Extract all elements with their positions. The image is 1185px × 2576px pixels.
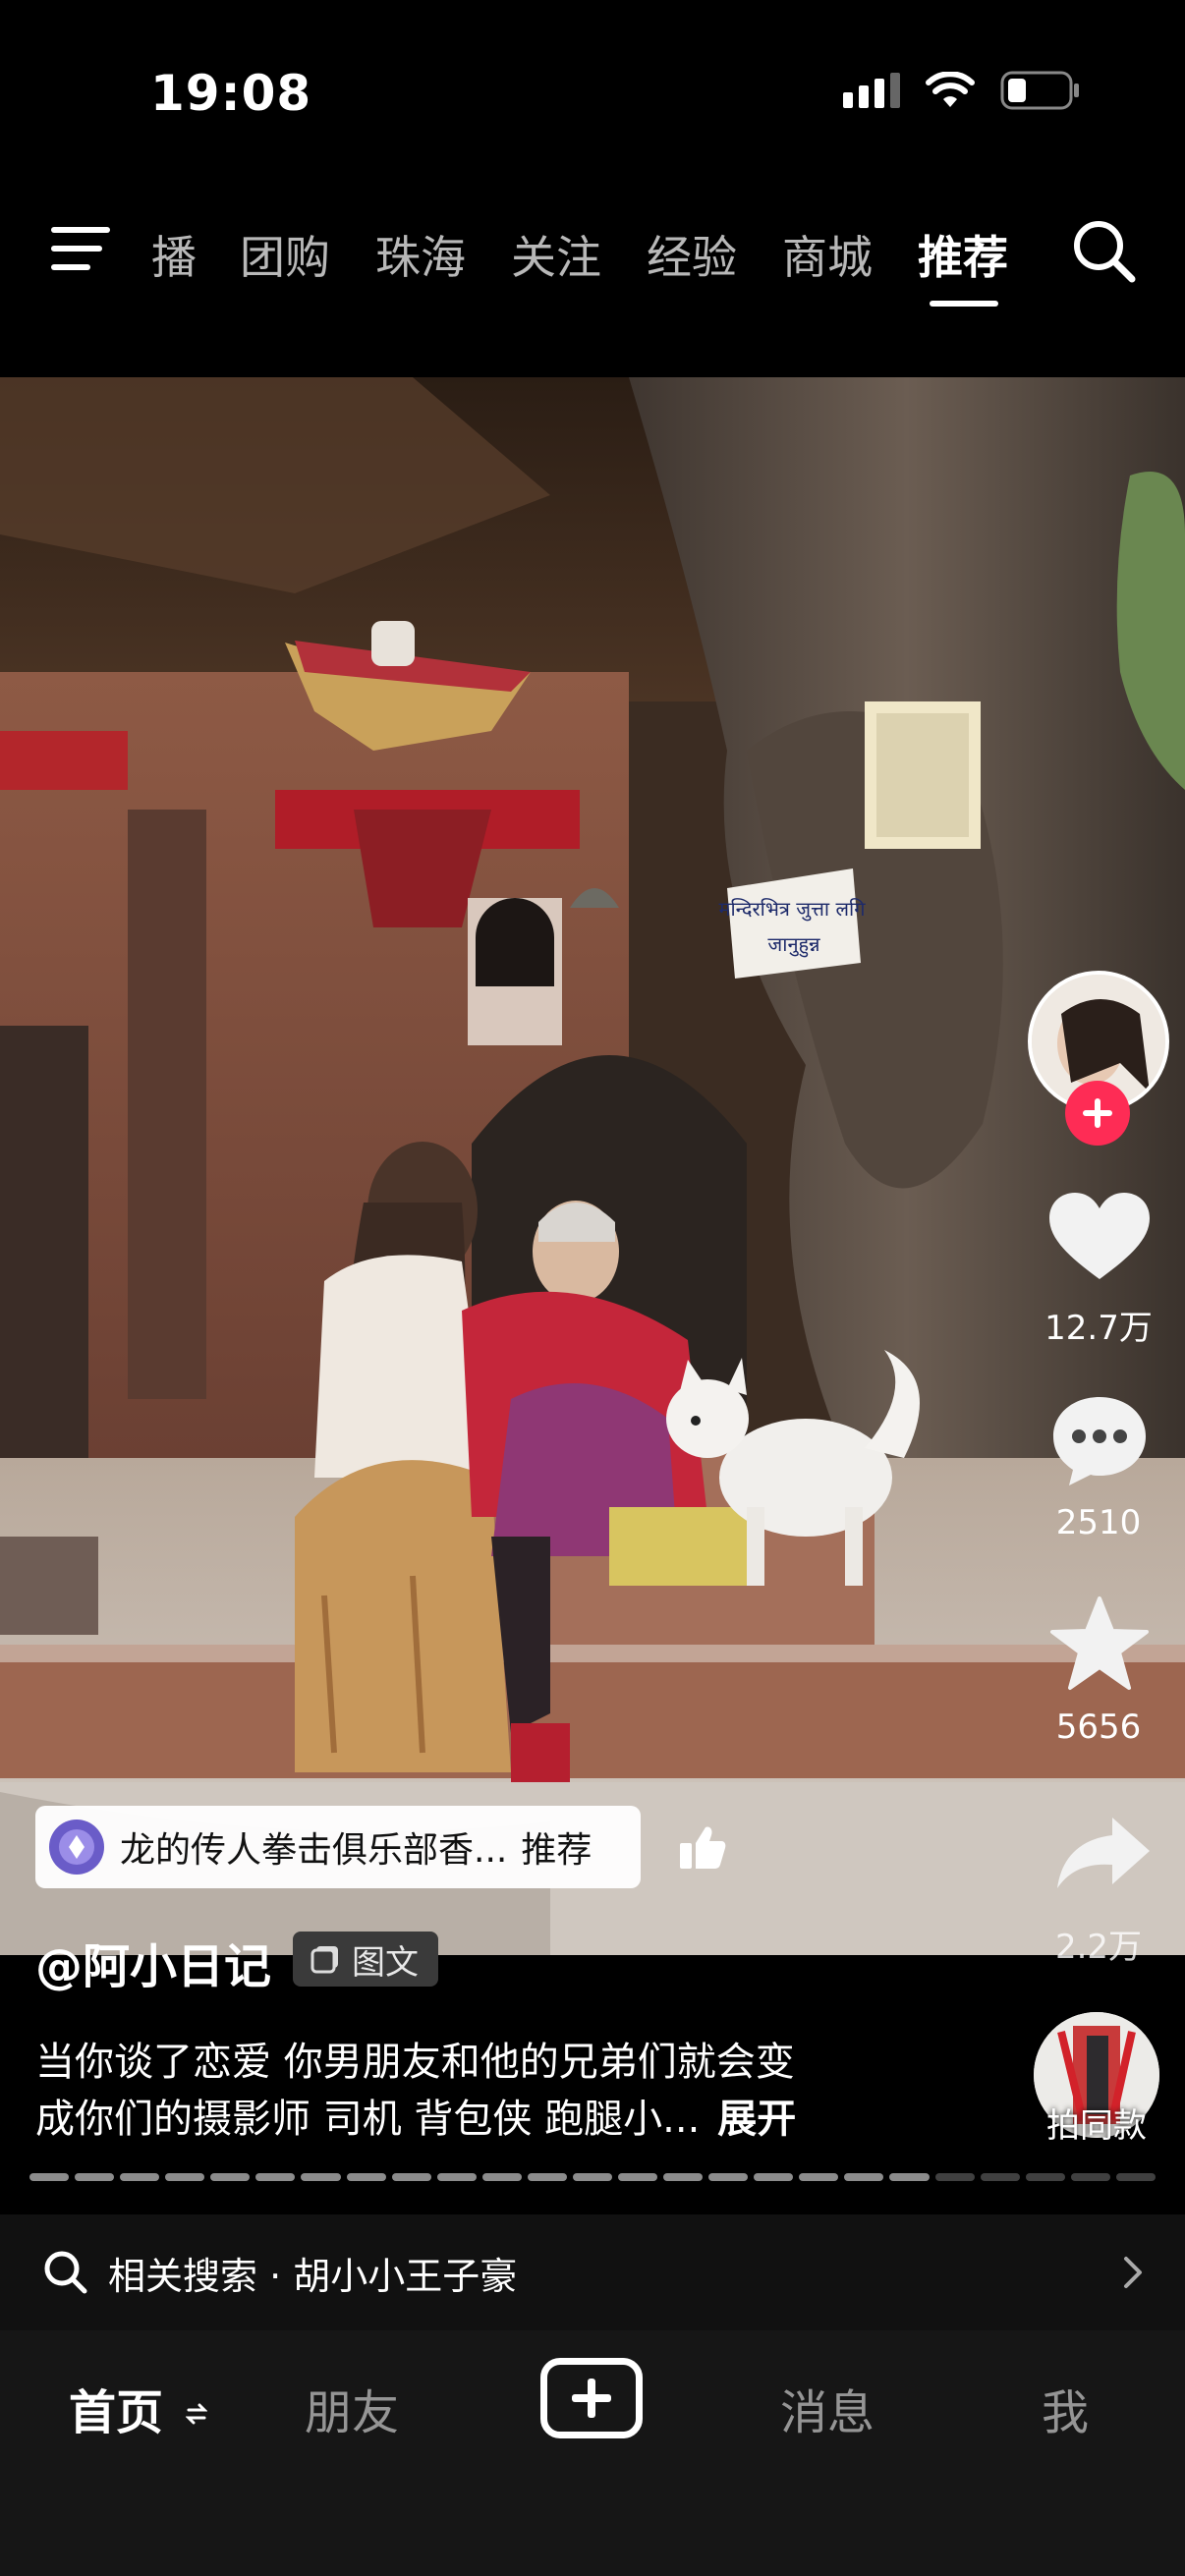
image-post-icon bbox=[310, 1946, 338, 1974]
bottom-nav-messages[interactable]: 消息 bbox=[780, 2374, 875, 2442]
status-icons bbox=[843, 71, 1081, 110]
progress-segment bbox=[1070, 2173, 1110, 2181]
progress-segment bbox=[844, 2173, 884, 2181]
comment-count: 2510 bbox=[1055, 1503, 1142, 1542]
tab-local-city[interactable]: 珠海 bbox=[375, 222, 466, 287]
progress-segment bbox=[754, 2173, 794, 2181]
bottom-nav-home-label: 首页 bbox=[69, 2385, 164, 2440]
author-name[interactable]: @阿小日记 bbox=[35, 1928, 271, 1996]
progress-segment bbox=[165, 2173, 205, 2181]
bottom-nav-me[interactable]: 我 bbox=[1042, 2374, 1089, 2442]
tab-following[interactable]: 关注 bbox=[511, 222, 601, 287]
progress-segment bbox=[1025, 2173, 1065, 2181]
progress-segment bbox=[120, 2173, 160, 2181]
menu-icon[interactable] bbox=[51, 224, 112, 273]
progress-segment bbox=[618, 2173, 658, 2181]
related-search-label: 相关搜索 · 胡小小王子豪 bbox=[108, 2254, 518, 2298]
chevron-right-icon bbox=[1124, 2257, 1142, 2288]
post-photo[interactable]: मन्दिरभित्र जुत्ता लगि जानुहुन्न bbox=[0, 377, 1185, 1955]
cellular-signal-icon bbox=[843, 73, 900, 108]
battery-icon bbox=[1000, 71, 1079, 110]
progress-segment bbox=[527, 2173, 567, 2181]
progress-segment bbox=[481, 2173, 522, 2181]
switch-arrows-icon bbox=[185, 2403, 208, 2425]
create-post-button[interactable] bbox=[540, 2358, 643, 2438]
share-count: 2.2万 bbox=[1054, 1928, 1143, 1967]
tab-live[interactable]: 播 bbox=[151, 222, 197, 287]
status-time: 19:08 bbox=[150, 65, 312, 122]
progress-segment bbox=[980, 2173, 1020, 2181]
temple-scene-illustration: मन्दिरभित्र जुत्ता लगि जानुहुन्न bbox=[0, 377, 1185, 1955]
post-type-label: 图文 bbox=[352, 1942, 419, 1983]
bottom-nav-home[interactable]: 首页 bbox=[69, 2374, 208, 2442]
progress-segment bbox=[436, 2173, 477, 2181]
progress-segment bbox=[799, 2173, 839, 2181]
progress-segment bbox=[29, 2173, 70, 2181]
club-logo-icon bbox=[49, 1820, 104, 1875]
progress-segment bbox=[75, 2173, 115, 2181]
progress-segment bbox=[1115, 2173, 1156, 2181]
active-tab-indicator bbox=[930, 301, 998, 307]
caption-line-1: 当你谈了恋爱 你男朋友和他的兄弟们就会变 bbox=[35, 2040, 795, 2085]
like-heart-icon[interactable] bbox=[1047, 1191, 1152, 1283]
progress-segment bbox=[391, 2173, 431, 2181]
image-progress-bar bbox=[29, 2173, 1156, 2181]
tab-experience[interactable]: 经验 bbox=[647, 222, 737, 287]
same-style-label[interactable]: 拍同款 bbox=[1018, 2099, 1175, 2147]
search-icon[interactable] bbox=[1071, 218, 1138, 285]
tab-recommend[interactable]: 推荐 bbox=[918, 222, 1008, 287]
comment-icon[interactable] bbox=[1049, 1393, 1150, 1487]
wifi-icon bbox=[926, 72, 975, 107]
favorite-star-icon[interactable] bbox=[1049, 1596, 1150, 1692]
progress-segment bbox=[346, 2173, 386, 2181]
sign-text-line1: मन्दिरभित्र जुत्ता लगि bbox=[719, 897, 867, 922]
favorite-count: 5656 bbox=[1055, 1708, 1142, 1747]
promo-chip-suffix: 推荐 bbox=[521, 1830, 592, 1871]
tab-mall[interactable]: 商城 bbox=[782, 222, 873, 287]
promo-chip-text: 龙的传人拳击俱乐部香... bbox=[120, 1830, 508, 1871]
like-count: 12.7万 bbox=[1044, 1309, 1153, 1348]
progress-segment bbox=[572, 2173, 613, 2181]
caption-line-2-text: 成你们的摄影师 司机 背包侠 跑腿小... bbox=[35, 2097, 701, 2142]
progress-segment bbox=[255, 2173, 296, 2181]
progress-segment bbox=[934, 2173, 975, 2181]
progress-segment bbox=[889, 2173, 930, 2181]
bottom-nav-friends[interactable]: 朋友 bbox=[305, 2374, 399, 2442]
sign-text-line2: जानुहुन्न bbox=[767, 932, 820, 958]
progress-segment bbox=[301, 2173, 341, 2181]
thumbs-up-icon[interactable] bbox=[678, 1823, 727, 1871]
progress-segment bbox=[663, 2173, 704, 2181]
top-nav: 播 团购 珠海 关注 经验 商城 推荐 bbox=[0, 206, 1185, 295]
follow-button[interactable] bbox=[1065, 1081, 1130, 1146]
plus-icon bbox=[1083, 1098, 1112, 1128]
share-arrow-icon[interactable] bbox=[1055, 1814, 1152, 1890]
plus-icon bbox=[572, 2379, 611, 2418]
tab-group-buy[interactable]: 团购 bbox=[240, 222, 330, 287]
promo-chip[interactable]: 龙的传人拳击俱乐部香... 推荐 bbox=[35, 1806, 641, 1888]
progress-segment bbox=[210, 2173, 251, 2181]
caption-line-2: 成你们的摄影师 司机 背包侠 跑腿小... 展开 bbox=[35, 2087, 796, 2144]
related-search-icon bbox=[44, 2251, 87, 2294]
post-type-tag: 图文 bbox=[293, 1932, 438, 1987]
expand-button[interactable]: 展开 bbox=[717, 2097, 796, 2142]
progress-segment bbox=[708, 2173, 749, 2181]
related-search-bar[interactable]: 相关搜索 · 胡小小王子豪 bbox=[0, 2214, 1185, 2330]
